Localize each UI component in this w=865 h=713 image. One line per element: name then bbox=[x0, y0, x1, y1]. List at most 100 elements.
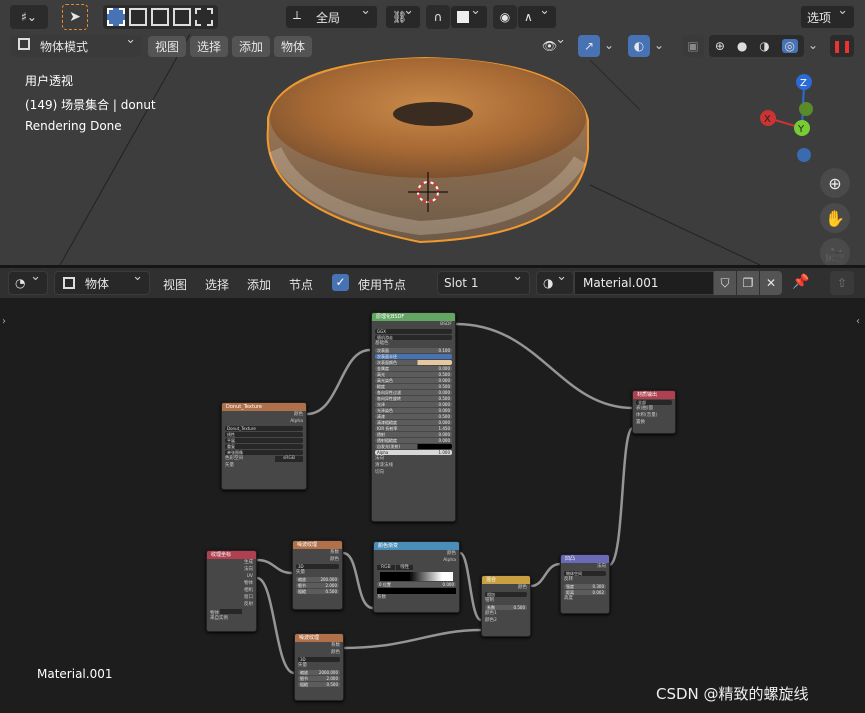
select-subtract-icon[interactable] bbox=[151, 8, 169, 26]
node-ramp-color-swatch[interactable] bbox=[377, 588, 456, 594]
node-noise-texture-2[interactable]: 噪波纹理 系数 颜色 3D 矢量 缩放 2000.000 细节 2.000 粗糙 0.… bbox=[294, 633, 344, 701]
node-noise2-dim[interactable]: 3D bbox=[298, 657, 340, 662]
node-output-volume[interactable]: 体积(音量) bbox=[636, 413, 672, 419]
snap-toggle[interactable]: ∩ bbox=[426, 5, 450, 29]
node-noise1-field[interactable]: 粗糙 0.500 bbox=[296, 589, 339, 594]
node-bsdf-dist[interactable]: GGX bbox=[375, 329, 452, 334]
node-bump-field[interactable]: 强度 0.300 bbox=[564, 584, 606, 589]
solid-icon[interactable]: ● bbox=[737, 39, 747, 53]
node-output-displacement[interactable]: 置换 bbox=[636, 420, 672, 426]
node-mix-clamp[interactable]: 钳制 bbox=[485, 598, 527, 604]
node-mix-rgb[interactable]: 混合 颜色 相加 钳制 系数 0.500 颜色1 颜色2 bbox=[481, 575, 531, 637]
node-texture-interp[interactable]: 线性 bbox=[225, 432, 303, 437]
node-ramp-stop-row[interactable]: 0 位置 0.000 bbox=[377, 582, 456, 587]
pan-button[interactable]: ✋ bbox=[820, 203, 850, 233]
node-image-texture[interactable]: Donut_Texture 颜色 Alpha Donut_Texture 线性 … bbox=[221, 402, 307, 490]
node-mix-color1[interactable]: 颜色1 bbox=[485, 611, 527, 617]
select-difference-icon[interactable] bbox=[173, 8, 191, 26]
visibility-dropdown[interactable]: 👁 bbox=[536, 32, 572, 57]
node-bsdf-field[interactable]: 光泽染色 0.000 bbox=[375, 408, 452, 413]
menu-select[interactable]: 选择 bbox=[190, 36, 228, 57]
node-texture-extension[interactable]: 重复 bbox=[225, 444, 303, 449]
options-dropdown[interactable]: 选项 bbox=[800, 3, 855, 29]
pause-render-button[interactable]: ❚❚ bbox=[830, 35, 854, 57]
node-principled-bsdf[interactable]: 原理化BSDF BSDF GGX 随机游走 基础色 次表面 0.100 次表面半径… bbox=[371, 312, 456, 522]
node-texcoord-instancer[interactable]: 来自实例 bbox=[210, 616, 253, 622]
selection-mode-group[interactable] bbox=[103, 5, 218, 29]
node-texture-source[interactable]: 单张图像 bbox=[225, 450, 303, 455]
node-color-ramp[interactable]: 颜色渐变 颜色 Alpha RGB 线性 0 位置 0.000 系数 bbox=[373, 541, 460, 613]
node-ramp-mode-row[interactable]: RGB 线性 bbox=[377, 565, 456, 571]
node-bsdf-field[interactable]: 高光 0.500 bbox=[375, 372, 452, 377]
node-bump-invert[interactable]: 反转 bbox=[564, 577, 606, 583]
node-bump[interactable]: 凹凸 法向 物体空间 反转 强度 0.300 距离 0.002 高度 bbox=[560, 554, 610, 614]
shader-node-editor[interactable]: ◔ 物体 视图 选择 添加 节点 ✓ 使用节点 Slot 1 ◑ Materia… bbox=[0, 268, 865, 713]
3d-viewport[interactable]: ♯⌄ ➤ ⟂全局 ⛓ ∩ ◉ ∧ 选项 物体模式 视图 选择 添加 物体 👁 ↗… bbox=[0, 0, 865, 265]
node-mix-color2[interactable]: 颜色2 bbox=[485, 618, 527, 624]
node-texture-vector-input[interactable]: 矢量 bbox=[225, 463, 303, 469]
shading-mode-group[interactable]: ⊕ ● ◑ ◎ bbox=[709, 35, 804, 57]
menu-view[interactable]: 视图 bbox=[148, 36, 186, 57]
node-bsdf-field[interactable]: 清漆粗糙度 0.000 bbox=[375, 420, 452, 425]
node-bsdf-field[interactable]: 次表面半径 bbox=[375, 354, 452, 359]
node-noise2-field[interactable]: 粗糙 0.500 bbox=[298, 682, 340, 687]
node-noise1-vector[interactable]: 矢量 bbox=[296, 570, 339, 576]
zoom-button[interactable]: ⊕ bbox=[820, 168, 850, 198]
node-bsdf-row[interactable]: 法向 bbox=[375, 456, 452, 462]
overlay-toggle[interactable]: ◐ bbox=[628, 35, 650, 57]
node-bsdf-row[interactable]: 清漆法线 bbox=[375, 463, 452, 469]
node-bsdf-field[interactable]: 透射粗糙度 0.000 bbox=[375, 438, 452, 443]
select-new-icon[interactable] bbox=[107, 8, 125, 26]
menu-object[interactable]: 物体 bbox=[274, 36, 312, 57]
node-noise-texture-1[interactable]: 噪波纹理 系数 颜色 3D 矢量 缩放 200.000 细节 2.000 粗糙 0.5… bbox=[292, 540, 343, 610]
node-bsdf-field[interactable]: 各向异性过滤 0.000 bbox=[375, 390, 452, 395]
node-bsdf-field[interactable]: 光泽 0.000 bbox=[375, 402, 452, 407]
select-intersect-icon[interactable] bbox=[195, 8, 213, 26]
node-mix-mode[interactable]: 相加 bbox=[485, 592, 527, 597]
node-output-target[interactable]: 全部 bbox=[636, 400, 672, 405]
node-bsdf-field[interactable]: 自发光(发射) bbox=[375, 444, 452, 449]
node-noise1-dim[interactable]: 3D bbox=[296, 564, 339, 569]
node-bsdf-field[interactable]: 金属度 0.000 bbox=[375, 366, 452, 371]
rendered-icon[interactable]: ◎ bbox=[781, 39, 799, 53]
node-ramp-gradient[interactable] bbox=[380, 572, 453, 581]
select-extend-icon[interactable] bbox=[129, 8, 147, 26]
gizmo-toggle[interactable]: ↗ bbox=[578, 35, 600, 57]
material-preview-icon[interactable]: ◑ bbox=[759, 39, 769, 53]
node-texture-coordinate[interactable]: 纹理坐标 生成 法向 UV 物体 相机 窗口 反射 物体 来自实例 bbox=[206, 550, 257, 632]
node-bump-mode[interactable]: 物体空间 bbox=[564, 571, 606, 576]
node-bsdf-field[interactable]: IOR 折射率 1.450 bbox=[375, 426, 452, 431]
node-bump-height[interactable]: 高度 bbox=[564, 596, 606, 602]
node-mix-factor[interactable]: 系数 0.500 bbox=[485, 605, 527, 610]
node-noise1-field[interactable]: 缩放 200.000 bbox=[296, 577, 339, 582]
node-bump-field[interactable]: 距离 0.002 bbox=[564, 590, 606, 595]
node-texture-image-field[interactable]: Donut_Texture bbox=[225, 426, 303, 431]
node-bsdf-sss-method[interactable]: 随机游走 bbox=[375, 335, 452, 340]
node-bsdf-field[interactable]: 次表面 0.100 bbox=[375, 348, 452, 353]
node-texture-projection[interactable]: 平展 bbox=[225, 438, 303, 443]
menu-add[interactable]: 添加 bbox=[232, 36, 270, 57]
proportional-editing-toggle[interactable]: ◉ bbox=[493, 5, 517, 29]
overlay-dropdown-icon[interactable]: ⌄ bbox=[654, 38, 664, 52]
gizmo-dropdown-icon[interactable]: ⌄ bbox=[604, 38, 614, 52]
snap-target-dropdown[interactable] bbox=[450, 3, 488, 29]
navigation-gizmo[interactable]: Z X Y bbox=[750, 68, 830, 168]
editor-type-button[interactable]: ♯⌄ bbox=[10, 5, 48, 29]
transform-orientation-dropdown[interactable]: ⟂ 全局 bbox=[285, 3, 378, 29]
node-bsdf-field[interactable]: 糙度 0.500 bbox=[375, 384, 452, 389]
node-bsdf-field[interactable]: 清漆 0.500 bbox=[375, 414, 452, 419]
node-noise2-vector[interactable]: 矢量 bbox=[298, 663, 340, 669]
node-output-surface[interactable]: 表(曲)面 bbox=[636, 406, 672, 412]
node-bsdf-field[interactable]: 透射 0.000 bbox=[375, 432, 452, 437]
xray-toggle[interactable]: ▣ bbox=[682, 35, 704, 57]
node-noise2-field[interactable]: 细节 2.000 bbox=[298, 676, 340, 681]
pivot-point-dropdown[interactable]: ⛓ bbox=[385, 3, 421, 29]
mode-dropdown[interactable]: 物体模式 bbox=[10, 32, 142, 57]
node-bsdf-row[interactable]: 切向 bbox=[375, 470, 452, 476]
wireframe-icon[interactable]: ⊕ bbox=[715, 39, 725, 53]
falloff-dropdown[interactable]: ∧ bbox=[517, 3, 557, 29]
node-bsdf-field[interactable]: 各向异性旋转 0.500 bbox=[375, 396, 452, 401]
camera-view-button[interactable]: 🎥 bbox=[820, 238, 850, 265]
select-tool-button[interactable]: ➤ bbox=[62, 4, 88, 30]
node-bsdf-field[interactable]: 次表面颜色 bbox=[375, 360, 452, 365]
